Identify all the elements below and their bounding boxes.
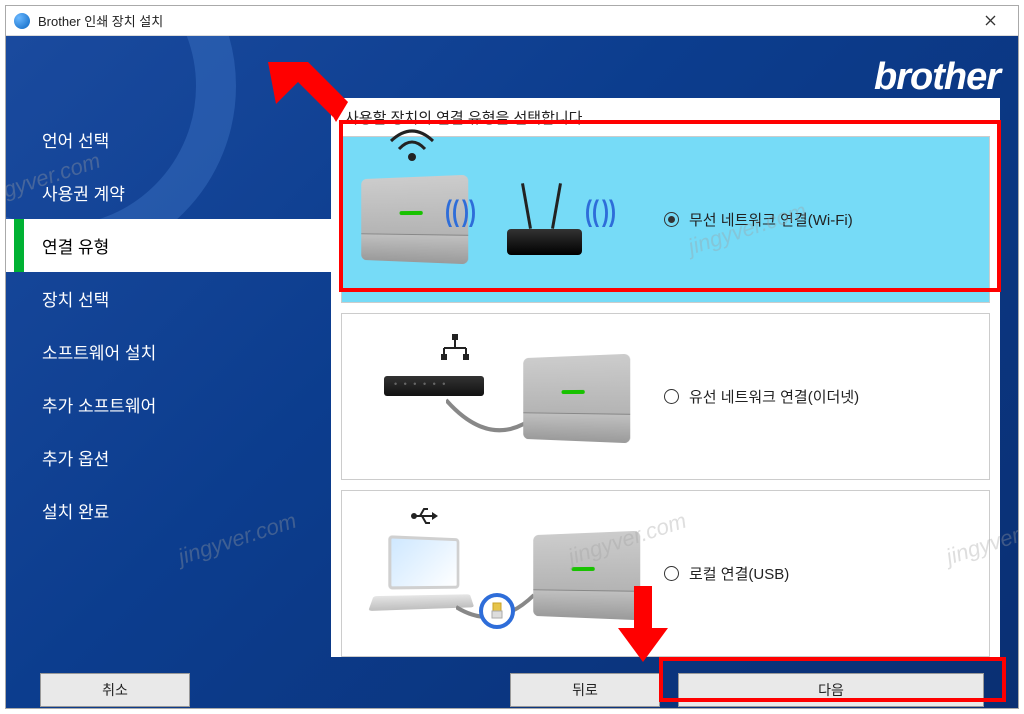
radio-usb[interactable] — [664, 566, 679, 581]
close-button[interactable] — [970, 6, 1010, 35]
content-area: brother 언어 선택 사용권 계약 연결 유형 장치 선택 소프트웨어 설… — [6, 36, 1018, 708]
printer-icon — [523, 354, 630, 444]
radio-wrap: 무선 네트워크 연결(Wi-Fi) — [644, 209, 977, 230]
cancel-button[interactable]: 취소 — [40, 673, 190, 707]
close-icon — [985, 15, 996, 26]
next-button[interactable]: 다음 — [678, 673, 984, 707]
sidebar-item-label: 설치 완료 — [42, 503, 109, 522]
radio-wrap: 유선 네트워크 연결(이더넷) — [644, 386, 977, 407]
illust-usb — [354, 491, 644, 656]
body-area: 언어 선택 사용권 계약 연결 유형 장치 선택 소프트웨어 설치 추가 소프트… — [6, 98, 1000, 657]
sidebar-item-label: 추가 소프트웨어 — [42, 397, 156, 416]
wifi-signal-icon — [387, 127, 437, 163]
option-ethernet[interactable]: 유선 네트워크 연결(이더넷) — [341, 313, 990, 480]
signal-waves-icon: )) — [602, 195, 616, 229]
sidebar-item-license: 사용권 계약 — [6, 166, 331, 219]
router-icon — [497, 172, 592, 267]
sidebar: 언어 선택 사용권 계약 연결 유형 장치 선택 소프트웨어 설치 추가 소프트… — [6, 98, 331, 657]
illust-wifi: )) )) )) )) — [354, 137, 644, 302]
usb-symbol-icon — [408, 501, 438, 536]
switch-icon — [384, 376, 484, 396]
sidebar-item-label: 추가 옵션 — [42, 450, 109, 469]
sidebar-item-label: 소프트웨어 설치 — [42, 344, 156, 363]
printer-icon — [533, 531, 640, 621]
radio-wifi[interactable] — [664, 212, 679, 227]
signal-waves-icon: )) — [462, 195, 476, 229]
radio-label: 무선 네트워크 연결(Wi-Fi) — [689, 209, 853, 230]
sidebar-item-label: 장치 선택 — [42, 291, 109, 310]
usb-plug-icon — [479, 593, 515, 629]
option-wifi[interactable]: )) )) )) )) 무선 네트워크 연결(Wi-Fi) — [341, 136, 990, 303]
sidebar-item-language: 언어 선택 — [6, 113, 331, 166]
brand-logo: brother — [874, 56, 1000, 99]
button-label: 다음 — [818, 680, 844, 700]
sidebar-item-label: 사용권 계약 — [42, 185, 125, 204]
sidebar-item-label: 연결 유형 — [42, 238, 109, 257]
radio-label: 로컬 연결(USB) — [689, 563, 789, 584]
radio-ethernet[interactable] — [664, 389, 679, 404]
titlebar: Brother 인쇄 장치 설치 — [6, 6, 1018, 36]
window-title: Brother 인쇄 장치 설치 — [38, 11, 970, 30]
option-usb[interactable]: 로컬 연결(USB) — [341, 490, 990, 657]
signal-waves-icon: )) — [585, 195, 599, 229]
footer: 취소 뒤로 다음 — [6, 671, 1018, 708]
sidebar-item-finish: 설치 완료 — [6, 484, 331, 537]
sidebar-item-label: 언어 선택 — [42, 132, 109, 151]
illust-ethernet — [354, 314, 644, 479]
sidebar-item-additional-software: 추가 소프트웨어 — [6, 378, 331, 431]
signal-waves-icon: )) — [445, 195, 459, 229]
main-panel: 사용할 장치의 연결 유형을 선택합니다. — [331, 98, 1000, 657]
button-label: 뒤로 — [572, 680, 598, 700]
app-icon — [14, 13, 30, 29]
option-list: )) )) )) )) 무선 네트워크 연결(Wi-Fi) — [331, 136, 1000, 657]
sidebar-item-software: 소프트웨어 설치 — [6, 325, 331, 378]
radio-label: 유선 네트워크 연결(이더넷) — [689, 386, 859, 407]
button-label: 취소 — [102, 680, 128, 700]
ethernet-icon — [440, 334, 470, 365]
installer-window: Brother 인쇄 장치 설치 brother 언어 선택 사용권 계약 연결… — [5, 5, 1019, 709]
sidebar-item-additional-options: 추가 옵션 — [6, 431, 331, 484]
radio-wrap: 로컬 연결(USB) — [644, 563, 977, 584]
back-button[interactable]: 뒤로 — [510, 673, 660, 707]
sidebar-item-connection-type: 연결 유형 — [6, 219, 331, 272]
sidebar-item-device: 장치 선택 — [6, 272, 331, 325]
